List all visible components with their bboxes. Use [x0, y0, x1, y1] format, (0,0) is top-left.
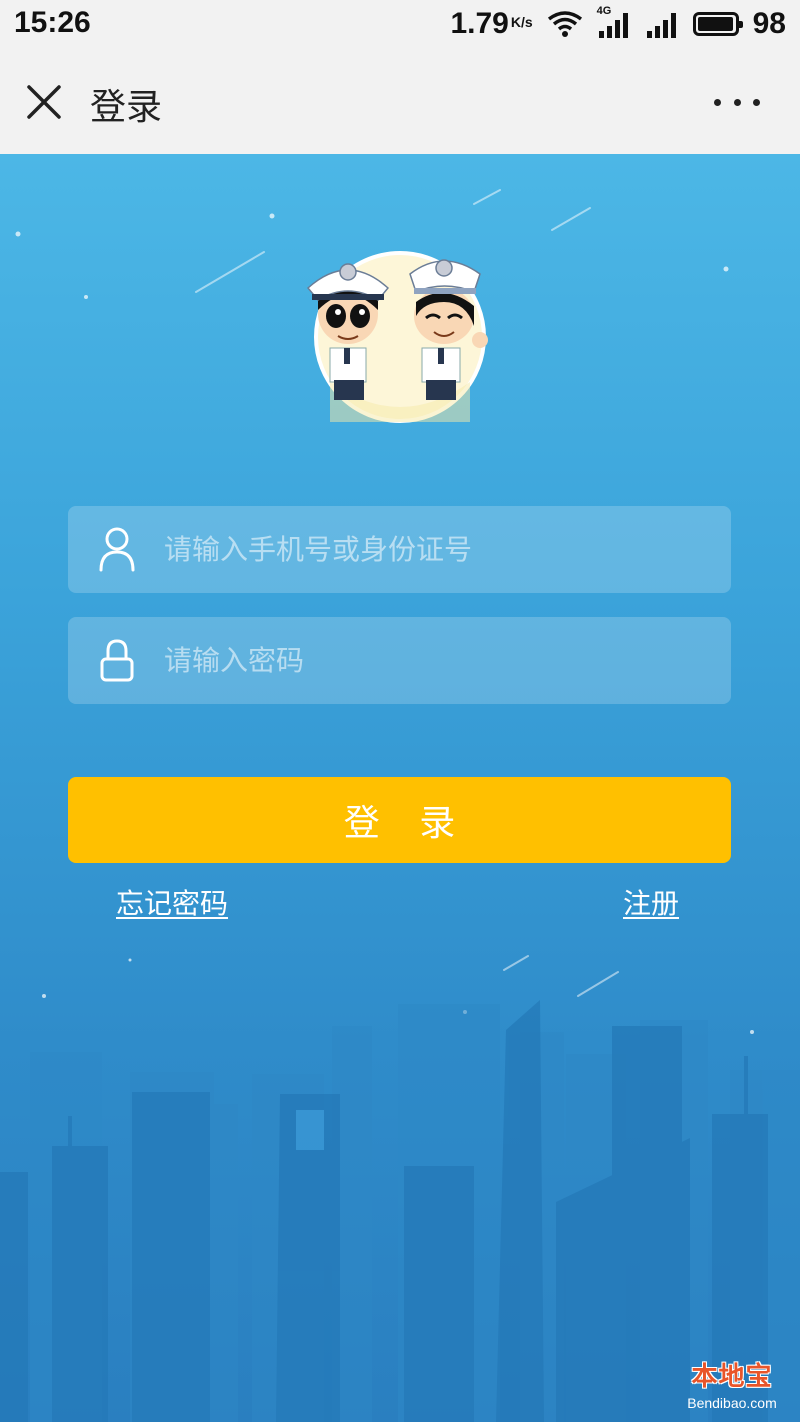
close-icon[interactable] [26, 84, 62, 120]
more-icon[interactable] [714, 92, 760, 112]
login-button[interactable]: 登 录 [68, 777, 731, 863]
battery-fill [697, 17, 733, 31]
lock-icon [100, 639, 134, 682]
more-dot [753, 98, 760, 106]
password-field[interactable] [68, 617, 731, 704]
page-title: 登录 [90, 87, 163, 128]
battery-level: 98 [752, 7, 786, 40]
password-input[interactable] [164, 617, 704, 704]
watermark-url: Bendibao.com [687, 1395, 777, 1411]
more-dot [733, 98, 741, 106]
status-time: 15:26 [14, 6, 91, 39]
more-dot [714, 98, 721, 106]
user-icon [99, 527, 135, 572]
register-link[interactable]: 注册 [623, 882, 679, 922]
bendibao-watermark: 本地宝 Bendibao.com [672, 1356, 792, 1416]
phone-or-id-input[interactable] [164, 506, 704, 593]
wifi-icon [547, 11, 582, 37]
status-right: 1.79 K/s 4G 98 [450, 5, 786, 42]
net-speed-indicator: 1.79 K/s [450, 7, 532, 41]
net-speed: 1.79 [450, 7, 509, 40]
signal-4g-icon: 4G [597, 5, 631, 39]
battery-icon [692, 12, 743, 36]
nav-bar: 登录 [0, 50, 800, 154]
phone-or-id-field[interactable] [68, 506, 731, 593]
net-speed-unit: K/s [510, 14, 533, 30]
watermark-logo: 本地宝 [691, 1362, 773, 1392]
signal-icon [646, 13, 676, 38]
forgot-password-link[interactable]: 忘记密码 [116, 882, 228, 922]
police-mascot-logo [306, 251, 488, 423]
status-bar: 15:26 1.79 K/s 4G 98 [0, 0, 800, 50]
login-panel: 登 录 忘记密码 注册 本地宝 Bendibao.com [0, 154, 800, 1422]
